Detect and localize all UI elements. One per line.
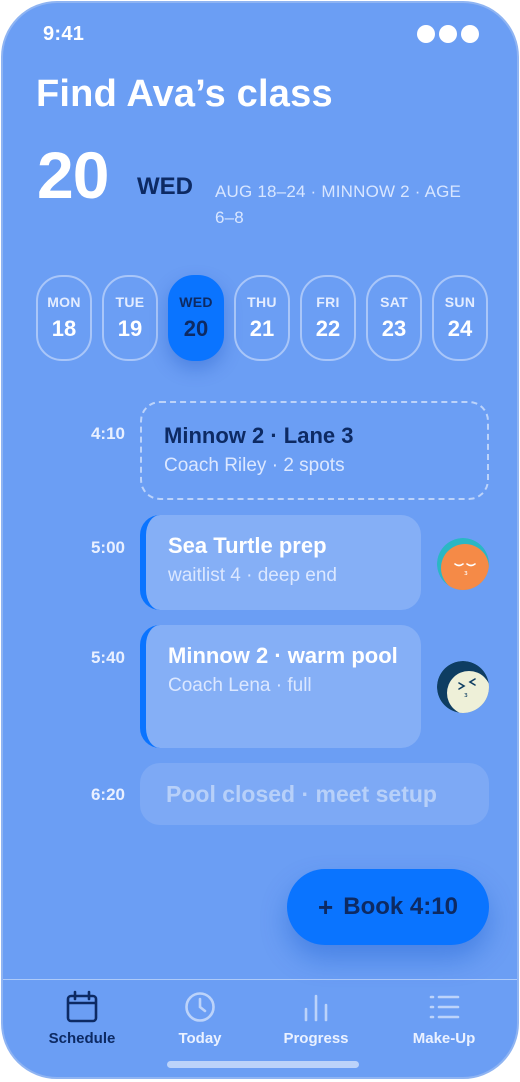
home-indicator[interactable] — [167, 1061, 359, 1068]
day-chip-dow: SAT — [380, 294, 408, 310]
day-chip-dow: TUE — [115, 294, 145, 310]
status-bar: 9:41 — [43, 23, 479, 47]
tab-label: Make-Up — [412, 1030, 476, 1047]
day-chip-tue[interactable]: TUE 19 — [102, 275, 158, 361]
day-chip-wed[interactable]: WED 20 — [168, 275, 224, 361]
day-chip-sun[interactable]: SUN 24 — [432, 275, 488, 361]
coach-avatar-orange: з — [437, 538, 489, 590]
day-chip-number: 19 — [117, 316, 143, 341]
selected-day-number: 20 — [37, 138, 109, 212]
page-title: Find Ava’s class — [36, 73, 333, 115]
slot-time: 5:40 — [90, 648, 125, 667]
class-subtitle: waitlist 4 · deep end — [168, 565, 337, 586]
coach-avatar-navy: з — [437, 661, 489, 713]
day-chip-number: 22 — [315, 316, 341, 341]
tab-label: Today — [178, 1030, 222, 1047]
day-chip-dow: MON — [47, 294, 81, 310]
status-dot-icon — [439, 25, 457, 43]
day-chip-number: 23 — [381, 316, 407, 341]
status-dot-icon — [417, 25, 435, 43]
tab-today[interactable]: Today — [145, 990, 255, 1047]
avatar-face-icon: з — [437, 538, 489, 590]
plus-icon: + — [318, 891, 334, 922]
tab-label: Progress — [283, 1030, 349, 1047]
calendar-icon — [66, 990, 98, 1023]
day-chip-number: 18 — [51, 316, 77, 341]
selected-day-of-week: WED — [137, 173, 193, 200]
status-indicators — [417, 25, 479, 43]
class-subtitle: Coach Lena · full — [168, 675, 312, 696]
svg-text:з: з — [464, 691, 468, 699]
status-dot-icon — [461, 25, 479, 43]
tab-make-up[interactable]: Make-Up — [389, 990, 499, 1047]
status-time: 9:41 — [43, 23, 85, 45]
class-card-waitlist[interactable]: Sea Turtle prep waitlist 4 · deep end — [140, 515, 421, 610]
day-chip-mon[interactable]: MON 18 — [36, 275, 92, 361]
book-class-button[interactable]: + Book 4:10 — [287, 869, 489, 945]
phone-screen: 9:41 Find Ava’s class 20 WED AUG 18–24 ·… — [1, 1, 519, 1079]
class-title: Minnow 2 · Lane 3 — [164, 423, 354, 448]
tab-label: Schedule — [48, 1030, 116, 1047]
day-chip-number: 24 — [447, 316, 473, 341]
day-chip-sat[interactable]: SAT 23 — [366, 275, 422, 361]
slot-time: 6:20 — [90, 785, 125, 804]
week-class-meta: AUG 18–24 · MINNOW 2 · AGE 6–8 — [215, 182, 462, 227]
slot-time: 5:00 — [90, 538, 125, 557]
bar-chart-icon — [304, 994, 328, 1022]
svg-text:з: з — [464, 569, 468, 577]
clock-icon — [185, 992, 215, 1022]
list-icon — [429, 995, 460, 1019]
class-card-open[interactable]: Minnow 2 · Lane 3 Coach Riley · 2 spots — [140, 401, 489, 500]
day-chip-dow: WED — [179, 294, 213, 310]
slot-time: 4:10 — [90, 424, 125, 443]
day-chip-number: 21 — [249, 316, 275, 341]
avatar-face-icon: з — [437, 661, 489, 713]
day-chip-number: 20 — [183, 316, 209, 341]
tab-progress[interactable]: Progress — [261, 990, 371, 1047]
class-card-full[interactable]: Minnow 2 · warm pool Coach Lena · full — [140, 625, 421, 748]
tab-schedule[interactable]: Schedule — [27, 990, 137, 1047]
class-title: Pool closed · meet setup — [166, 781, 437, 807]
class-title: Sea Turtle prep — [168, 533, 327, 558]
day-chip-dow: FRI — [316, 294, 340, 310]
class-title: Minnow 2 · warm pool — [168, 643, 398, 668]
class-subtitle: Coach Riley · 2 spots — [164, 455, 345, 476]
day-chip-thu[interactable]: THU 21 — [234, 275, 290, 361]
pool-closed-block: Pool closed · meet setup — [140, 763, 489, 825]
day-chip-dow: THU — [247, 294, 277, 310]
day-chip-dow: SUN — [444, 294, 476, 310]
week-day-picker: MON 18 TUE 19 WED 20 THU 21 FRI 22 SAT 2… — [36, 275, 488, 361]
book-button-label: Book 4:10 — [343, 893, 458, 920]
day-chip-fri[interactable]: FRI 22 — [300, 275, 356, 361]
